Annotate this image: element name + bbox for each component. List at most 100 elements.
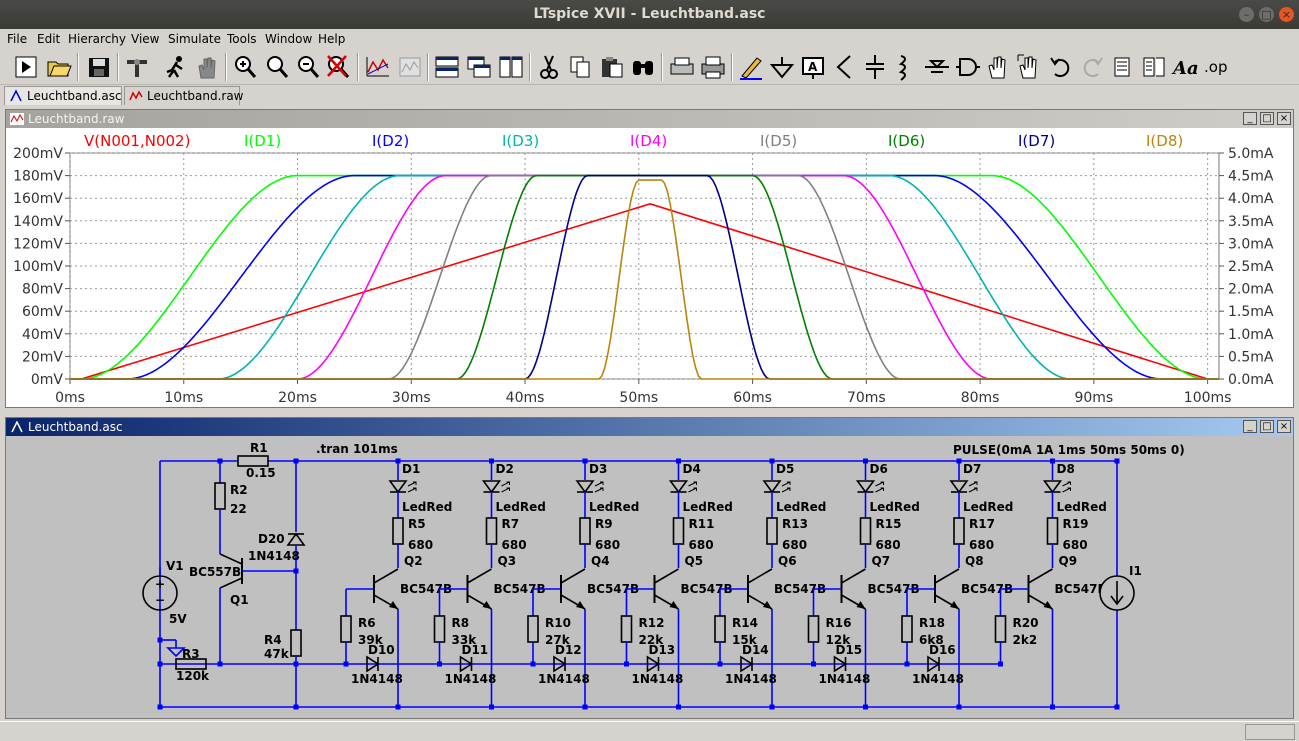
run-icon[interactable] xyxy=(13,52,41,82)
value-d6: LedRed xyxy=(870,500,920,514)
schematic-window[interactable]: Leuchtband.asc _ □ × R1 0.15 .tran 101ms PU… xyxy=(5,417,1294,719)
plot-minimize-button[interactable]: _ xyxy=(1243,112,1257,125)
open-icon[interactable] xyxy=(45,52,73,82)
resistor-icon[interactable] xyxy=(830,52,858,82)
cascade-icon[interactable] xyxy=(465,52,493,82)
junction xyxy=(343,661,349,667)
tab-schematic-label: Leuchtband.asc xyxy=(27,89,122,103)
y-left-tick-label: 80mV xyxy=(22,282,63,298)
label-net-icon[interactable]: A xyxy=(799,52,827,82)
menu-file[interactable]: File xyxy=(7,32,27,46)
cut-icon[interactable] xyxy=(535,52,563,82)
plot-window[interactable]: Leuchtband.raw _ □ × 0ms 10ms 20ms 30ms 40ms… xyxy=(5,109,1294,408)
print-icon[interactable] xyxy=(699,52,727,82)
tile-horizontal-icon[interactable] xyxy=(433,52,461,82)
spice-directive-icon[interactable]: .op xyxy=(1202,52,1232,82)
label-r18: R18 xyxy=(919,616,945,630)
save-icon[interactable] xyxy=(85,52,113,82)
copy-icon[interactable] xyxy=(566,52,594,82)
value-r13: 680 xyxy=(782,538,807,552)
menu-hierarchy[interactable]: Hierarchy xyxy=(68,32,126,46)
value-r19: 680 xyxy=(1063,538,1088,552)
ground-icon[interactable] xyxy=(768,52,796,82)
menu-tools[interactable]: Tools xyxy=(227,32,257,46)
menu-window[interactable]: Window xyxy=(265,32,312,46)
menu-help[interactable]: Help xyxy=(318,32,345,46)
halt-icon[interactable] xyxy=(162,52,190,82)
junction xyxy=(769,704,775,710)
undo-icon[interactable] xyxy=(1047,52,1075,82)
label-q1: Q1 xyxy=(230,593,249,607)
schematic-close-button[interactable]: × xyxy=(1277,420,1291,433)
y-right-tick-label: 5.0mA xyxy=(1228,146,1274,162)
x-tick-label: 30ms xyxy=(392,390,431,406)
close-button[interactable]: × xyxy=(1279,7,1294,22)
label-d10: D10 xyxy=(368,643,395,657)
move-icon[interactable] xyxy=(984,52,1012,82)
schematic-minimize-button[interactable]: _ xyxy=(1243,420,1257,433)
label-q2: Q2 xyxy=(404,554,423,568)
redo-icon[interactable] xyxy=(1078,52,1106,82)
capacitor-icon[interactable] xyxy=(861,52,889,82)
diode-icon[interactable] xyxy=(923,52,951,82)
label-d4: D4 xyxy=(683,462,701,476)
tab-schematic[interactable]: Leuchtband.asc xyxy=(4,86,122,105)
drag-icon[interactable] xyxy=(1015,52,1043,82)
legend-entry: I(D5) xyxy=(760,132,797,150)
tab-waveform[interactable]: Leuchtband.raw xyxy=(124,86,243,105)
spice-directive-text: .tran 101ms xyxy=(316,442,398,456)
plot-close-button[interactable]: × xyxy=(1277,112,1291,125)
rotate-icon[interactable] xyxy=(1109,52,1137,82)
schematic-canvas[interactable]: R1 0.15 .tran 101ms PULSE(0mA 1A 1ms 50ms 5… xyxy=(6,436,1293,718)
waveform-plot[interactable]: 0ms 10ms 20ms 30ms 40ms 50ms 60ms 70ms 80ms 90ms 1… xyxy=(6,128,1293,407)
svg-text:Aa: Aa xyxy=(1171,58,1199,79)
menu-simulate[interactable]: Simulate xyxy=(168,32,221,46)
label-r20: R20 xyxy=(1013,616,1039,630)
zoom-cancel-icon[interactable] xyxy=(324,52,352,82)
plot-maximize-button[interactable]: □ xyxy=(1260,112,1274,125)
text-icon[interactable]: Aa xyxy=(1171,52,1199,82)
zoom-out-icon[interactable] xyxy=(294,52,322,82)
label-d1: D1 xyxy=(402,462,420,476)
zoom-in-icon[interactable] xyxy=(231,52,259,82)
y-left-tick-label: 160mV xyxy=(13,191,63,207)
value-r9: 680 xyxy=(595,538,620,552)
mirror-icon[interactable] xyxy=(1140,52,1168,82)
schematic-icon xyxy=(10,89,22,102)
minimize-button[interactable]: – xyxy=(1239,7,1254,22)
maximize-button[interactable]: □ xyxy=(1259,7,1274,22)
pan-icon[interactable] xyxy=(193,52,221,82)
label-d20: D20 xyxy=(258,532,285,546)
window-title: LTspice XVII - Leuchtband.asc xyxy=(533,6,766,22)
y-left-tick-label: 20mV xyxy=(22,349,63,365)
svg-text:A: A xyxy=(808,60,818,74)
window-titlebar[interactable]: LTspice XVII - Leuchtband.asc – □ × xyxy=(0,0,1299,29)
junction xyxy=(1114,704,1120,710)
paste-icon[interactable] xyxy=(598,52,626,82)
schematic-window-titlebar[interactable]: Leuchtband.asc _ □ × xyxy=(6,418,1293,436)
label-r3: R3 xyxy=(182,647,200,661)
value-d8: LedRed xyxy=(1057,500,1107,514)
draw-wire-icon[interactable] xyxy=(737,52,765,82)
tile-vertical-icon[interactable] xyxy=(497,52,525,82)
schematic-maximize-button[interactable]: □ xyxy=(1260,420,1274,433)
menu-view[interactable]: View xyxy=(131,32,159,46)
control-panel-icon[interactable] xyxy=(123,52,151,82)
component-icon[interactable] xyxy=(953,52,981,82)
label-r2: R2 xyxy=(230,483,248,497)
label-r10: R10 xyxy=(545,616,571,630)
value-d1: LedRed xyxy=(402,500,452,514)
find-icon[interactable] xyxy=(629,52,657,82)
waveform-icon[interactable] xyxy=(396,52,424,82)
value-d7: LedRed xyxy=(963,500,1013,514)
menu-edit[interactable]: Edit xyxy=(37,32,60,46)
plot-window-titlebar[interactable]: Leuchtband.raw _ □ × xyxy=(6,110,1293,128)
inductor-icon[interactable] xyxy=(891,52,919,82)
print-preview-icon[interactable] xyxy=(668,52,696,82)
zoom-area-icon[interactable] xyxy=(263,52,291,82)
y-left-tick-label: 120mV xyxy=(13,236,63,252)
value-d2: LedRed xyxy=(496,500,546,514)
autorange-icon[interactable] xyxy=(364,52,392,82)
junction xyxy=(904,661,910,667)
legend-entry: I(D6) xyxy=(888,132,925,150)
